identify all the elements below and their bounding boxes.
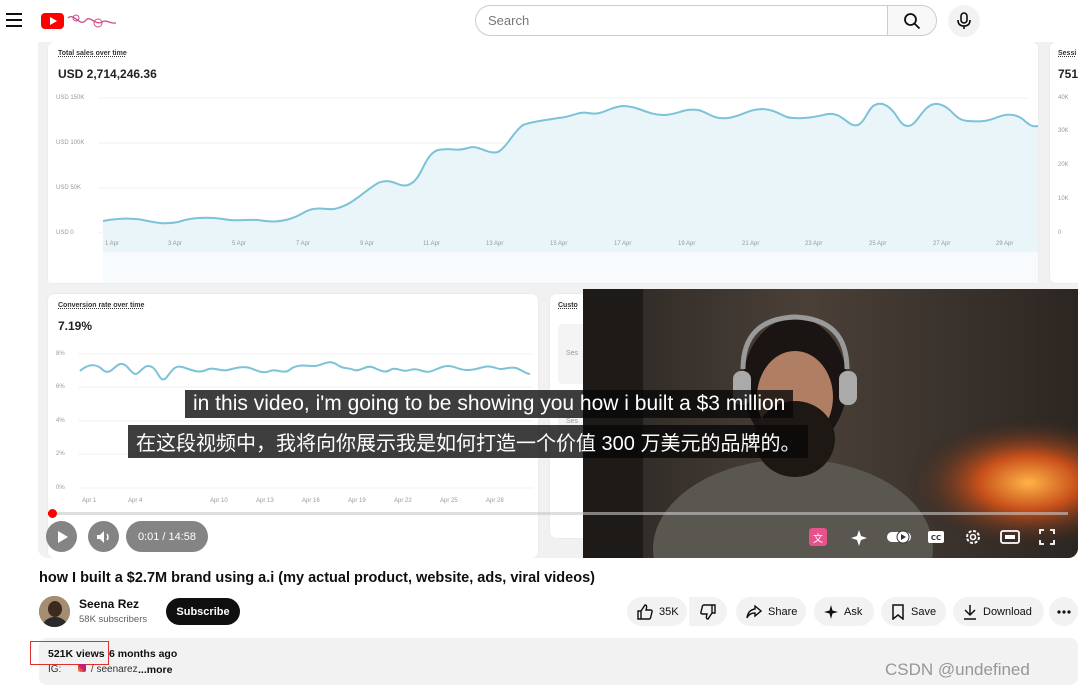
ask-label: Ask <box>844 605 863 618</box>
play-icon <box>57 530 68 543</box>
watermark: CSDN @undefined <box>885 660 1030 679</box>
translate-icon[interactable]: 文 <box>809 528 827 546</box>
sessions-chart-card: Sessi 751 40K 30K 20K 10K 0 <box>1050 42 1078 283</box>
sales-x-tick: 21 Apr <box>742 241 760 247</box>
customers-row-label: Ses <box>566 418 579 425</box>
search-box <box>475 5 888 36</box>
ask-button[interactable]: Ask <box>814 597 874 626</box>
conversion-x-tick: Apr 25 <box>440 498 458 504</box>
download-icon <box>964 604 976 620</box>
save-bookmark-icon <box>892 603 904 620</box>
instagram-icon <box>78 664 87 672</box>
sales-x-tick: 1 Apr <box>105 241 120 247</box>
voice-search-button[interactable] <box>948 5 980 37</box>
save-button[interactable]: Save <box>881 597 946 626</box>
sales-chart-card: Total sales over time USD 2,714,246.36 U… <box>48 42 1038 283</box>
mute-button[interactable] <box>88 521 119 552</box>
conversion-x-tick: Apr 13 <box>256 498 274 504</box>
sessions-y-tick: 20K <box>1058 162 1069 168</box>
channel-avatar[interactable] <box>39 596 70 627</box>
description-text: IG: / seenarez <box>48 664 138 675</box>
channel-name[interactable]: Seena Rez <box>79 597 139 611</box>
ai-sparkle-icon[interactable] <box>851 529 869 547</box>
search-icon <box>904 12 921 29</box>
search-input[interactable] <box>476 6 888 35</box>
conversion-x-tick: Apr 19 <box>348 498 366 504</box>
search-button[interactable] <box>887 5 937 36</box>
conversion-x-tick: Apr 16 <box>302 498 320 504</box>
sales-x-tick: 15 Apr <box>550 241 568 247</box>
sessions-chart-value: 751 <box>1058 67 1078 81</box>
subtitle-chinese: 在这段视频中，我将向你展示我是如何打造一个价值 300 万美元的品牌的。 <box>128 425 809 458</box>
sales-x-tick: 17 Apr <box>614 241 632 247</box>
sessions-chart-title: Sessi <box>1058 50 1077 57</box>
autoplay-toggle-icon[interactable] <box>886 529 912 545</box>
sales-x-tick: 23 Apr <box>805 241 823 247</box>
youtube-logo[interactable] <box>40 10 120 32</box>
conversion-x-tick: Apr 28 <box>486 498 504 504</box>
microphone-icon <box>957 12 971 29</box>
sales-x-tick: 19 Apr <box>678 241 696 247</box>
settings-gear-icon[interactable] <box>964 528 982 546</box>
sales-x-tick: 7 Apr <box>296 241 311 247</box>
time-display: 0:01 / 14:58 <box>126 521 208 552</box>
customers-card-title: Custo <box>558 302 578 309</box>
theater-mode-icon[interactable] <box>1000 529 1020 545</box>
conversion-x-tick: Apr 1 <box>82 498 97 504</box>
sessions-y-tick: 0 <box>1058 230 1062 236</box>
more-horizontal-icon <box>1056 609 1071 614</box>
sales-x-tick: 25 Apr <box>869 241 887 247</box>
progress-bar[interactable] <box>48 512 1068 515</box>
share-button[interactable]: Share <box>736 597 806 626</box>
share-label: Share <box>768 605 798 618</box>
subscriber-count: 58K subscribers <box>79 614 148 625</box>
show-more-link[interactable]: ...more <box>138 664 172 676</box>
share-icon <box>746 604 762 618</box>
volume-icon <box>96 530 109 543</box>
like-count: 35K <box>659 605 679 618</box>
presenter-image <box>583 289 1078 558</box>
subtitle-english: in this video, i'm going to be showing y… <box>185 390 794 418</box>
sessions-y-tick: 30K <box>1058 128 1069 134</box>
conversion-x-tick: Apr 4 <box>128 498 143 504</box>
thumbs-up-icon <box>637 603 653 620</box>
sparkle-icon <box>824 604 838 619</box>
more-actions-button[interactable] <box>1049 597 1078 626</box>
customers-row-label: Ses <box>566 350 579 357</box>
sales-x-tick: 29 Apr <box>996 241 1014 247</box>
play-button[interactable] <box>46 521 77 552</box>
svg-text:CC: CC <box>931 534 941 542</box>
highlight-box <box>30 641 109 665</box>
sales-x-tick: 27 Apr <box>933 241 951 247</box>
video-title: how I built a $2.7M brand using a.i (my … <box>39 570 595 586</box>
sales-x-tick: 3 Apr <box>168 241 183 247</box>
sales-x-tick: 9 Apr <box>360 241 375 247</box>
dislike-button[interactable] <box>689 597 727 626</box>
conversion-x-tick: Apr 22 <box>394 498 412 504</box>
subscribe-button[interactable]: Subscribe <box>166 598 240 625</box>
progress-scrubber[interactable] <box>48 509 57 518</box>
download-label: Download <box>983 605 1032 618</box>
sales-x-tick: 13 Apr <box>486 241 504 247</box>
presenter-video[interactable] <box>583 289 1078 558</box>
publish-date: 6 months ago <box>109 648 178 660</box>
sessions-y-tick: 40K <box>1058 95 1069 101</box>
top-bar <box>0 0 1080 42</box>
menu-icon[interactable] <box>6 13 22 27</box>
instagram-handle[interactable]: / seenarez <box>91 664 138 675</box>
sales-x-tick: 5 Apr <box>232 241 247 247</box>
description-prefix: IG: <box>48 664 62 675</box>
sales-line-graph <box>48 97 1038 283</box>
save-label: Save <box>911 605 937 618</box>
download-button[interactable]: Download <box>953 597 1044 626</box>
sessions-y-tick: 10K <box>1058 196 1069 202</box>
conversion-x-tick: Apr 10 <box>210 498 228 504</box>
like-button[interactable]: 35K <box>627 597 687 626</box>
video-player[interactable]: Total sales over time USD 2,714,246.36 U… <box>38 42 1078 558</box>
thumbs-down-icon <box>700 603 716 620</box>
fullscreen-icon[interactable] <box>1039 529 1055 545</box>
sales-x-tick: 11 Apr <box>423 241 440 247</box>
captions-icon[interactable]: CC <box>927 530 945 544</box>
